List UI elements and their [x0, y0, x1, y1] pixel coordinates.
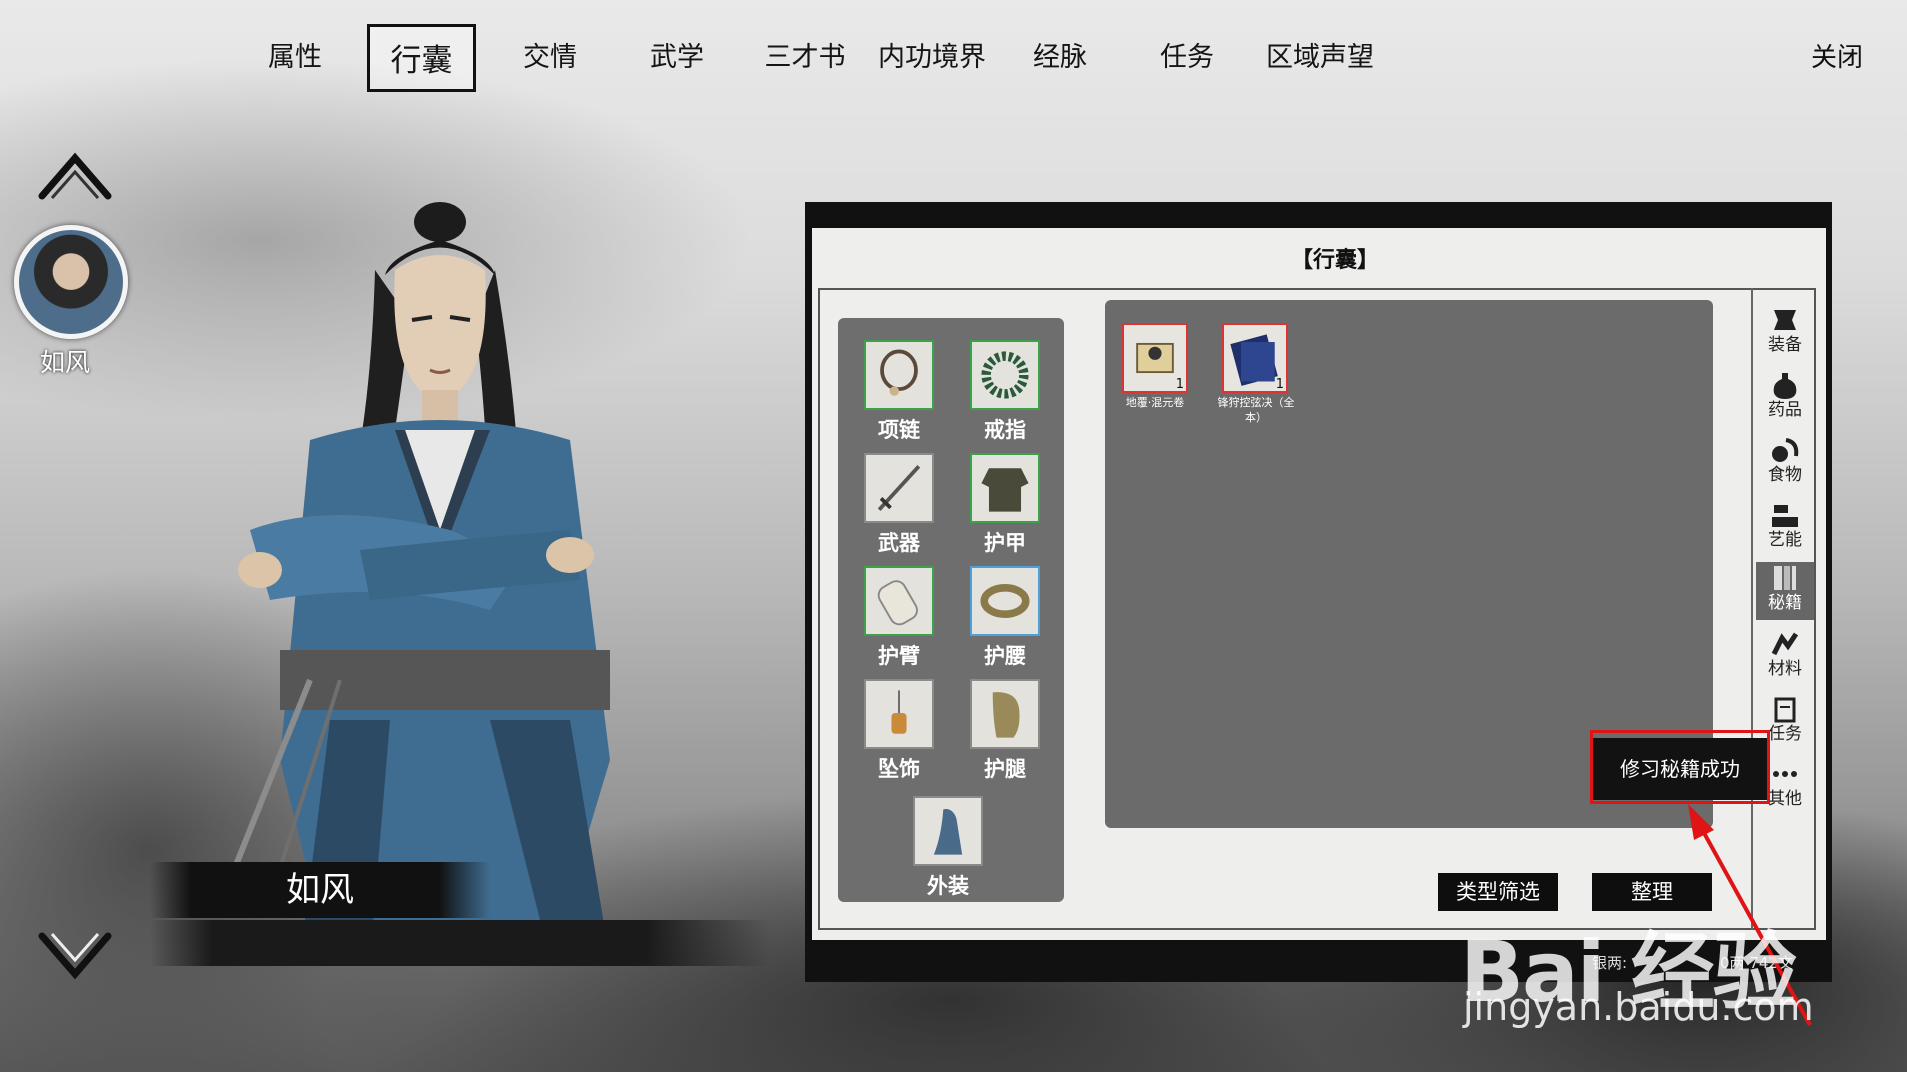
ring-icon	[981, 351, 1029, 399]
baidu-watermark-url: jingyan.baidu.com	[1463, 985, 1814, 1029]
sword-icon	[877, 465, 921, 511]
belt-icon	[980, 584, 1030, 618]
category-label: 秘籍	[1768, 593, 1802, 613]
name-banner-brush	[150, 920, 770, 966]
category-food[interactable]: 食物	[1756, 434, 1814, 492]
slot-label: 护腿	[984, 757, 1026, 781]
item-count: 1	[1175, 377, 1184, 392]
food-icon	[1772, 438, 1799, 462]
scroll-up-chevron-icon[interactable]	[38, 150, 112, 202]
tab-quests[interactable]: 任务	[1142, 24, 1232, 92]
item-name: 地覆·混元卷	[1125, 396, 1185, 409]
panel-title: 【行囊】	[1290, 248, 1379, 273]
slot-bracer[interactable]	[864, 566, 934, 636]
slot-label: 戒指	[984, 418, 1026, 442]
tab-meridians[interactable]: 经脉	[1015, 24, 1105, 92]
tab-martial-arts[interactable]: 武学	[632, 24, 722, 92]
bracer-icon	[877, 580, 918, 626]
armor-icon	[981, 468, 1029, 512]
slot-outfit[interactable]	[913, 796, 983, 866]
tab-sancai-book[interactable]: 三才书	[755, 24, 855, 92]
category-secret-books[interactable]: 秘籍	[1756, 562, 1814, 620]
inventory-item[interactable]: 1	[1122, 323, 1188, 393]
category-equipment[interactable]: 装备	[1756, 304, 1814, 362]
item-name: 锋狩控弦决（全本）	[1217, 396, 1295, 424]
slot-pendant[interactable]	[864, 679, 934, 749]
outfit-icon	[933, 809, 963, 855]
category-label: 艺能	[1768, 530, 1802, 550]
slot-weapon[interactable]	[864, 453, 934, 523]
pendant-icon	[891, 690, 907, 734]
quest-icon	[1774, 697, 1796, 723]
slot-necklace[interactable]	[864, 340, 934, 410]
category-materials[interactable]: 材料	[1756, 628, 1814, 686]
item-count: 1	[1275, 377, 1284, 392]
tab-attributes[interactable]: 属性	[250, 24, 340, 92]
necklace-icon	[880, 349, 918, 396]
scroll-down-chevron-icon[interactable]	[38, 930, 112, 982]
character-portrait	[227, 202, 610, 960]
slot-label: 武器	[878, 531, 920, 555]
other-icon	[1773, 771, 1797, 777]
category-label: 药品	[1768, 400, 1802, 420]
top-nav: 属性 行囊 交情 武学 三才书 内功境界 经脉 任务 区域声望	[0, 24, 1907, 96]
category-label: 材料	[1768, 659, 1802, 679]
tab-inventory[interactable]: 行囊	[367, 24, 476, 92]
slot-label: 坠饰	[878, 757, 920, 781]
slot-belt[interactable]	[970, 566, 1040, 636]
materials-icon	[1771, 632, 1799, 656]
slot-label: 外装	[927, 874, 969, 898]
inventory-item[interactable]: 1	[1222, 323, 1288, 393]
character-name-banner: 如风	[150, 862, 490, 918]
toast-highlight-box	[1590, 730, 1770, 804]
slot-armor[interactable]	[970, 453, 1040, 523]
slot-label: 护臂	[878, 644, 920, 668]
category-label: 食物	[1768, 465, 1802, 485]
slot-greaves[interactable]	[970, 679, 1040, 749]
slot-ring[interactable]	[970, 340, 1040, 410]
tab-relations[interactable]: 交情	[505, 24, 595, 92]
tab-inner-power[interactable]: 内功境界	[876, 24, 988, 92]
tab-region-reputation[interactable]: 区域声望	[1260, 24, 1380, 92]
slot-label: 护腰	[984, 644, 1026, 668]
craft-icon	[1772, 505, 1798, 527]
category-medicine[interactable]: 药品	[1756, 369, 1814, 427]
character-avatar[interactable]	[14, 225, 128, 339]
greaves-icon	[992, 692, 1020, 738]
equipment-icon	[1774, 310, 1796, 330]
secret-book-icon	[1774, 566, 1796, 590]
category-craft[interactable]: 艺能	[1756, 499, 1814, 557]
avatar-name: 如风	[40, 348, 91, 377]
close-button[interactable]: 关闭	[1811, 24, 1863, 92]
medicine-icon	[1773, 373, 1797, 399]
slot-label: 项链	[878, 418, 920, 442]
category-label: 装备	[1768, 335, 1802, 355]
slot-label: 护甲	[984, 531, 1026, 555]
